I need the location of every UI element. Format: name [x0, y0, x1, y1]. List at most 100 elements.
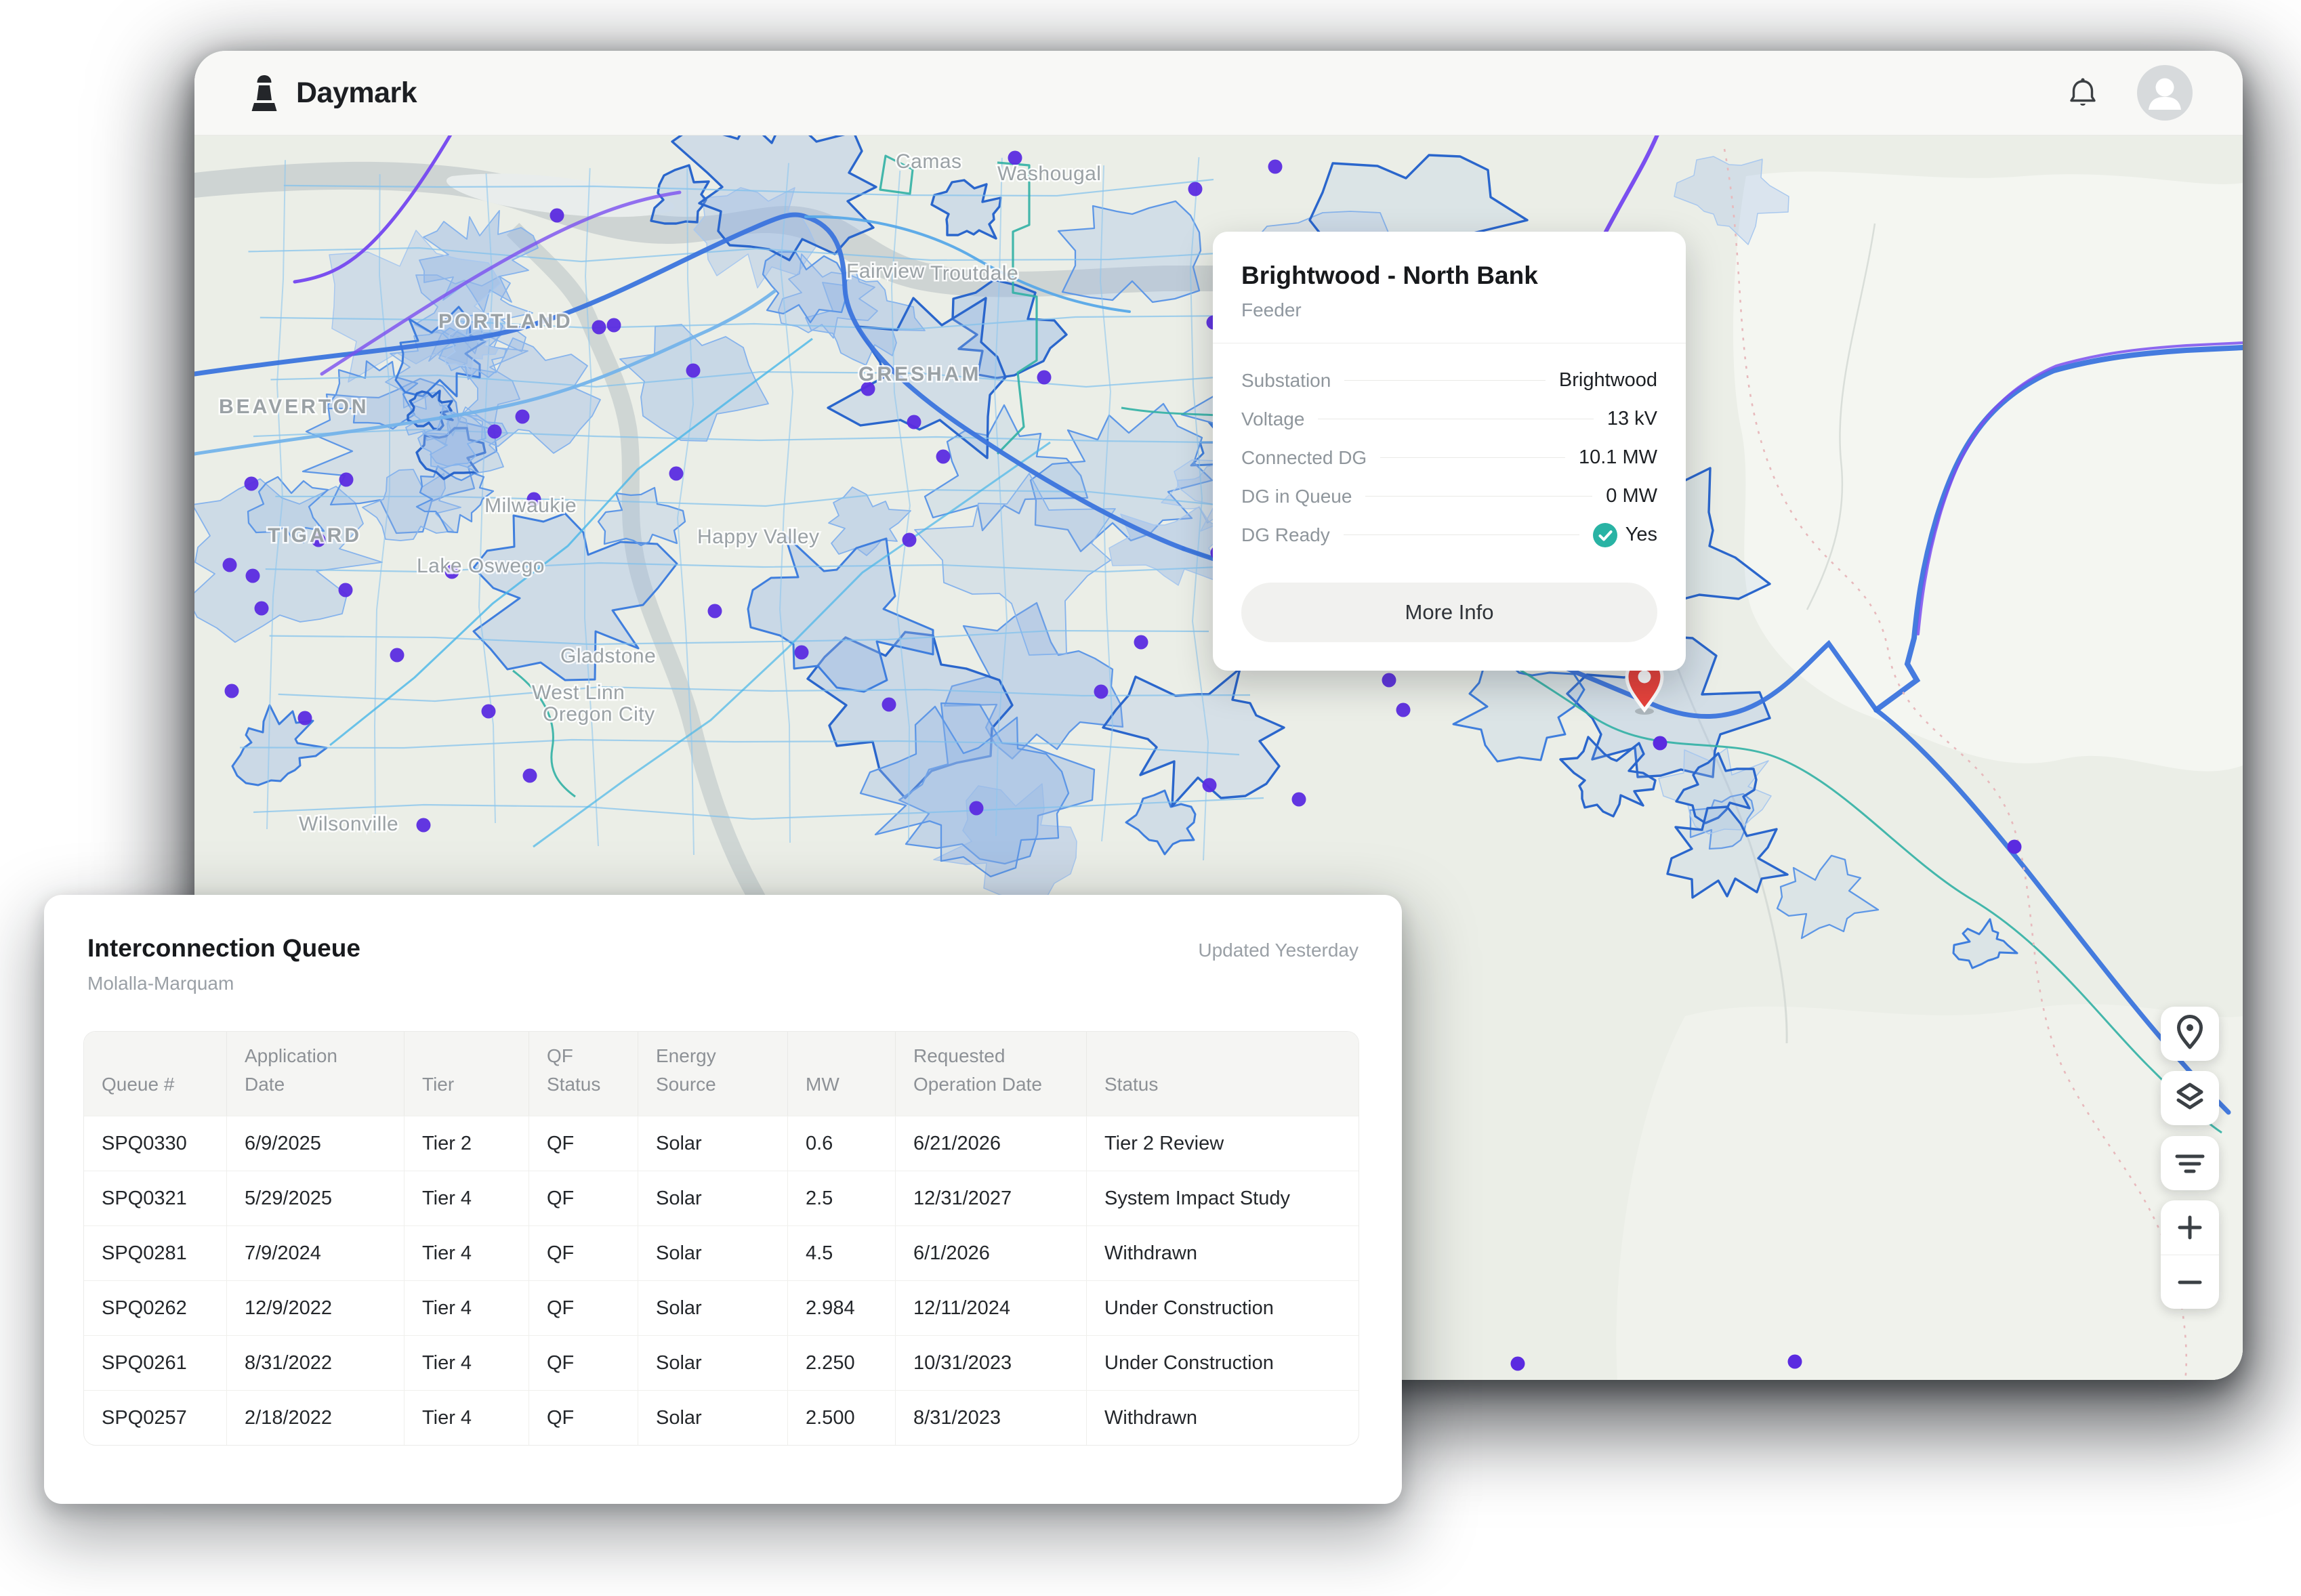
more-info-button[interactable]: More Info [1241, 583, 1657, 642]
filter-button[interactable] [2161, 1136, 2219, 1190]
leader-line [1344, 534, 1579, 535]
feeder-detail-row: DG Ready Yes [1241, 516, 1657, 554]
location-pin-icon [2161, 1007, 2219, 1061]
map-label: Troutdale [930, 262, 1018, 285]
header-actions [2067, 65, 2193, 121]
table-cell: Solar [638, 1116, 788, 1171]
table-row: SPQ02618/31/2022Tier 4QFSolar2.25010/31/… [84, 1335, 1359, 1390]
leader-line [1365, 496, 1592, 497]
table-cell: 0.6 [788, 1116, 896, 1171]
map-label: Gladstone [560, 645, 656, 667]
app-header: Daymark [194, 51, 2243, 135]
table-cell: Tier 4 [405, 1171, 529, 1225]
detail-value: 0 MW [1606, 485, 1657, 507]
detail-value: 13 kV [1607, 408, 1657, 430]
column-header: QF Status [529, 1032, 638, 1116]
map-label: Wilsonville [299, 813, 398, 835]
interconnection-queue-card: Interconnection Queue Molalla-Marquam Up… [44, 895, 1402, 1504]
person-icon [2137, 65, 2193, 121]
queue-card-title: Interconnection Queue [87, 934, 1359, 963]
detail-label: Substation [1241, 370, 1331, 392]
table-cell: Tier 4 [405, 1335, 529, 1390]
notifications-button[interactable] [2067, 75, 2099, 110]
lighthouse-logo-icon [249, 75, 280, 111]
detail-label: DG in Queue [1241, 486, 1352, 507]
map-label: Camas [896, 150, 962, 173]
table-cell: 7/9/2024 [227, 1225, 405, 1280]
table-cell: 6/21/2026 [896, 1116, 1087, 1171]
table-cell: 12/31/2027 [896, 1171, 1087, 1225]
table-cell: 2.250 [788, 1335, 896, 1390]
bell-icon [2069, 77, 2097, 109]
map-label: BEAVERTON [219, 396, 369, 418]
feeder-card-subtitle: Feeder [1241, 299, 1657, 321]
zoom-controls [2161, 1200, 2219, 1309]
feeder-detail-row: Voltage 13 kV [1241, 400, 1657, 438]
queue-table-body: SPQ03306/9/2025Tier 2QFSolar0.66/21/2026… [84, 1116, 1359, 1445]
table-cell: Tier 2 Review [1087, 1116, 1359, 1171]
leader-line [1344, 380, 1546, 381]
column-header: Status [1087, 1032, 1359, 1116]
table-cell: 2.984 [788, 1280, 896, 1335]
table-cell: Tier 4 [405, 1390, 529, 1445]
table-cell: Solar [638, 1335, 788, 1390]
map-label: Happy Valley [697, 526, 820, 548]
leader-line [1380, 457, 1565, 458]
table-cell: SPQ0261 [84, 1335, 227, 1390]
zoom-in-button[interactable] [2161, 1200, 2219, 1255]
detail-value: Brightwood [1559, 369, 1657, 392]
layers-button[interactable] [2161, 1071, 2219, 1125]
zoom-out-button[interactable] [2161, 1255, 2219, 1309]
detail-label: Voltage [1241, 408, 1304, 430]
map-label: Oregon City [543, 703, 655, 726]
map-label: TIGARD [268, 524, 362, 547]
feeder-card-title: Brightwood - North Bank [1241, 261, 1657, 290]
avatar[interactable] [2137, 65, 2193, 121]
table-cell: 8/31/2022 [227, 1335, 405, 1390]
map-label: Lake Oswego [417, 555, 545, 577]
table-cell: 5/29/2025 [227, 1171, 405, 1225]
detail-label: DG Ready [1241, 524, 1330, 546]
table-cell: 12/11/2024 [896, 1280, 1087, 1335]
column-header: Tier [405, 1032, 529, 1116]
table-cell: 2/18/2022 [227, 1390, 405, 1445]
table-cell: QF [529, 1171, 638, 1225]
table-cell: SPQ0321 [84, 1171, 227, 1225]
table-cell: 2.5 [788, 1171, 896, 1225]
table-cell: Tier 4 [405, 1225, 529, 1280]
queue-table-header: Queue #Application DateTierQF StatusEner… [84, 1032, 1359, 1116]
table-cell: Under Construction [1087, 1280, 1359, 1335]
table-row: SPQ03306/9/2025Tier 2QFSolar0.66/21/2026… [84, 1116, 1359, 1171]
table-cell: 2.500 [788, 1390, 896, 1445]
table-row: SPQ02572/18/2022Tier 4QFSolar2.5008/31/2… [84, 1390, 1359, 1445]
table-cell: QF [529, 1116, 638, 1171]
queue-table: Queue #Application DateTierQF StatusEner… [83, 1031, 1359, 1446]
feeder-detail-row: Connected DG 10.1 MW [1241, 438, 1657, 477]
detail-label: Connected DG [1241, 447, 1367, 469]
table-cell: 6/1/2026 [896, 1225, 1087, 1280]
check-icon [1593, 523, 1617, 547]
table-cell: 8/31/2023 [896, 1390, 1087, 1445]
detail-value: Yes [1593, 523, 1657, 547]
table-cell: SPQ0281 [84, 1225, 227, 1280]
table-cell: Solar [638, 1171, 788, 1225]
table-cell: SPQ0330 [84, 1116, 227, 1171]
table-cell: Withdrawn [1087, 1390, 1359, 1445]
queue-card-subtitle: Molalla-Marquam [87, 973, 1359, 994]
table-row: SPQ03215/29/2025Tier 4QFSolar2.512/31/20… [84, 1171, 1359, 1225]
table-cell: Solar [638, 1280, 788, 1335]
locate-button[interactable] [2161, 1007, 2219, 1061]
table-cell: SPQ0262 [84, 1280, 227, 1335]
map-label: GRESHAM [858, 363, 981, 385]
table-cell: 10/31/2023 [896, 1335, 1087, 1390]
feeder-detail-row: Substation Brightwood [1241, 361, 1657, 400]
table-cell: Withdrawn [1087, 1225, 1359, 1280]
table-cell: QF [529, 1225, 638, 1280]
map-label: Fairview [846, 260, 925, 282]
feeder-detail-row: DG in Queue 0 MW [1241, 477, 1657, 516]
table-cell: QF [529, 1335, 638, 1390]
brand-name: Daymark [296, 77, 417, 110]
table-cell: Tier 2 [405, 1116, 529, 1171]
plus-icon [2161, 1200, 2219, 1255]
map-label: Washougal [997, 163, 1101, 185]
